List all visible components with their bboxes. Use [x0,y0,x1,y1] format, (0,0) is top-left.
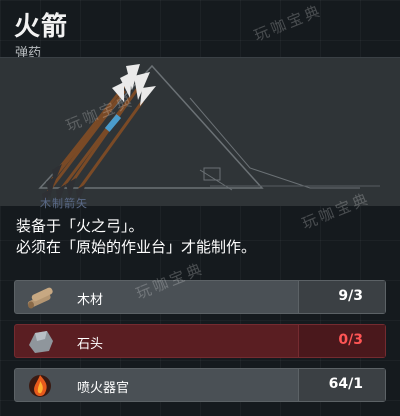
material-count-box: 9/3 [298,281,385,313]
wood-icon [27,287,53,309]
material-row-flame-organ: 喷火器官 64/1 [14,368,386,402]
item-preview: 玩咖宝典 [0,58,400,206]
material-name: 石头 [77,337,104,352]
item-header: 火箭 弹药 [14,6,386,61]
flame-organ-icon [29,375,51,397]
material-row-wood: 木材 9/3 [14,280,386,314]
material-count-box: 0/3 [298,325,385,357]
item-sub-label: 木制箭矢 [40,197,88,210]
material-row-stone: 石头 0/3 [14,324,386,358]
material-count: 0/3 [338,332,363,348]
material-count: 9/3 [338,288,363,304]
material-count: 64/1 [328,376,363,392]
material-name: 木材 [77,293,104,308]
material-count-box: 64/1 [298,369,385,401]
item-title: 火箭 [14,12,69,42]
material-list: 木材 9/3 石头 0/3 喷火器官 64/1 [14,280,386,412]
description-line: 必须在「原始的作业台」才能制作。 [16,238,257,256]
fire-arrow-icon [42,64,156,206]
material-name: 喷火器官 [77,381,130,396]
stone-icon [29,331,53,353]
